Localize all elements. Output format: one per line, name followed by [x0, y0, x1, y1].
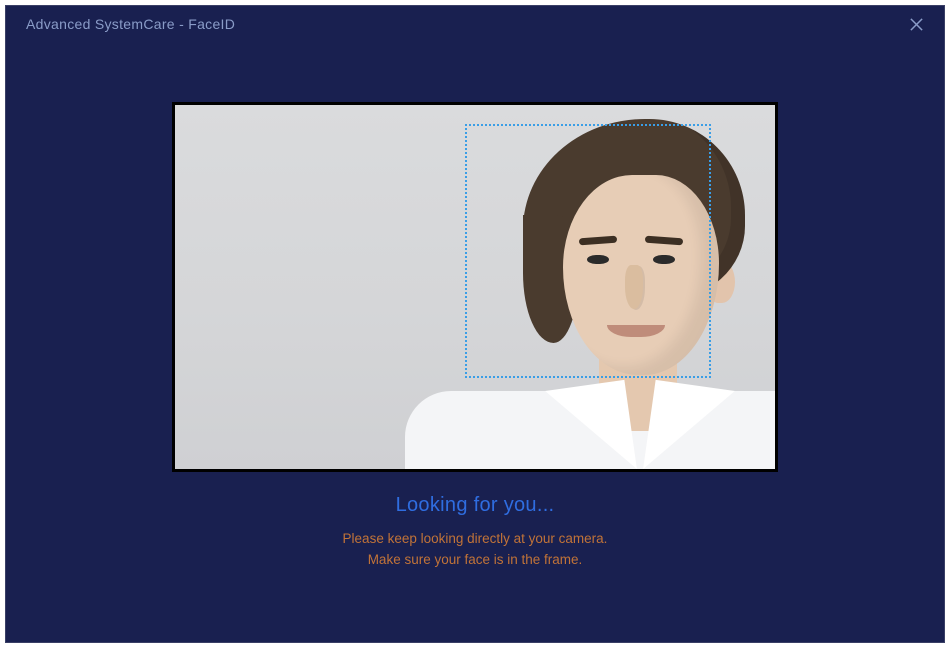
- camera-preview: [172, 102, 778, 472]
- status-hint: Please keep looking directly at your cam…: [343, 529, 608, 571]
- close-button[interactable]: [904, 12, 928, 36]
- face-detection-box: [465, 124, 711, 378]
- content-area: Looking for you... Please keep looking d…: [6, 42, 944, 571]
- hint-line-2: Make sure your face is in the frame.: [343, 550, 608, 571]
- titlebar: Advanced SystemCare - FaceID: [6, 6, 944, 42]
- faceid-window: Advanced SystemCare - FaceID: [5, 5, 945, 643]
- status-headline: Looking for you...: [396, 494, 555, 517]
- window-title: Advanced SystemCare - FaceID: [26, 16, 235, 32]
- hint-line-1: Please keep looking directly at your cam…: [343, 529, 608, 550]
- close-icon: [909, 17, 924, 32]
